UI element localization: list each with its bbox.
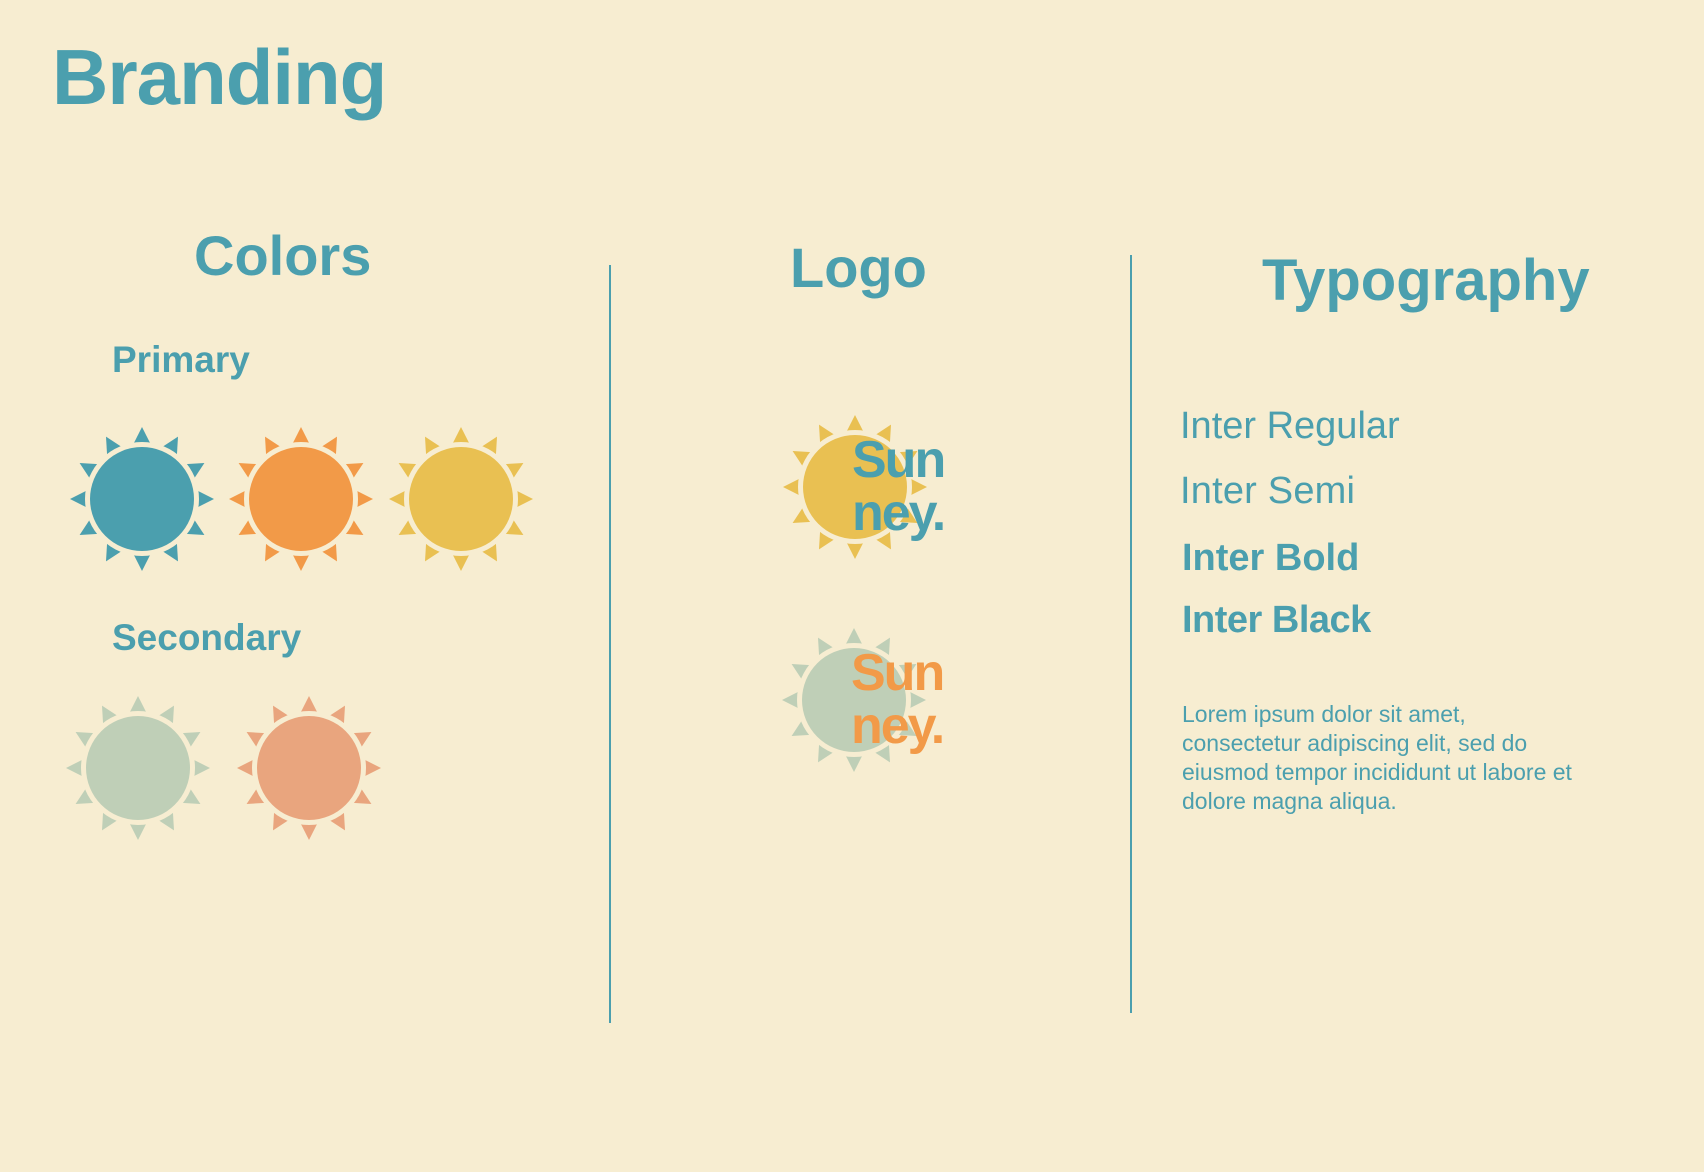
sun-ray: [452, 554, 470, 571]
column-divider: [1130, 255, 1132, 1013]
primary-label: Primary: [112, 339, 250, 380]
font-sample-regular: Inter Regular: [1180, 405, 1400, 447]
logo-variant-secondary: Sun ney.: [779, 625, 979, 775]
sun-ray: [133, 554, 151, 571]
sun-ray: [452, 427, 470, 444]
sun-ray: [70, 490, 87, 508]
primary-swatch-teal-sun-icon: [67, 424, 217, 574]
sun-ray: [782, 691, 799, 709]
sun-ray: [845, 755, 863, 772]
secondary-label: Secondary: [112, 617, 302, 658]
font-sample-black: Inter Black: [1182, 599, 1371, 641]
column-divider: [609, 265, 611, 1023]
sun-ray: [300, 823, 318, 840]
logo-heading: Logo: [790, 236, 927, 299]
sun-ray: [846, 415, 864, 432]
sun-ray: [300, 696, 318, 713]
sun-ray: [229, 490, 246, 508]
sun-ray: [846, 542, 864, 559]
sun-disc: [249, 447, 353, 551]
font-sample-semi: Inter Semi: [1180, 470, 1356, 512]
sun-disc: [86, 716, 190, 820]
font-sample-bold: Inter Bold: [1182, 537, 1360, 579]
sun-ray: [129, 696, 147, 713]
secondary-swatch-sage-sun-icon: [63, 693, 213, 843]
sun-ray: [133, 427, 151, 444]
logo-wordmark-line2: ney.: [851, 697, 945, 755]
sun-ray: [389, 490, 406, 508]
logo-variant-primary: Sun ney.: [780, 412, 980, 562]
primary-swatch-yellow-sun-icon: [386, 424, 536, 574]
body-text-sample: Lorem ipsum dolor sit amet, consectetur …: [1182, 701, 1572, 814]
sun-disc: [409, 447, 513, 551]
sun-ray: [197, 490, 214, 508]
sun-ray: [129, 823, 147, 840]
sun-ray: [292, 554, 310, 571]
sun-ray: [193, 759, 210, 777]
sun-ray: [356, 490, 373, 508]
sun-disc: [257, 716, 361, 820]
secondary-swatch-peach-sun-icon: [234, 693, 384, 843]
sun-ray: [237, 759, 254, 777]
sun-disc: [90, 447, 194, 551]
page-title: Branding: [52, 33, 387, 121]
branding-board: Branding Colors Primary Secondary Logo S…: [0, 0, 1704, 1172]
logo-wordmark-line1: Sun: [851, 644, 945, 702]
logo-wordmark-line1: Sun: [852, 431, 946, 489]
logo-wordmark-line2: ney.: [852, 484, 946, 542]
sun-ray: [783, 478, 800, 496]
colors-heading: Colors: [194, 224, 372, 287]
sun-ray: [292, 427, 310, 444]
sun-ray: [364, 759, 381, 777]
sun-ray: [845, 628, 863, 645]
primary-swatch-orange-sun-icon: [226, 424, 376, 574]
sun-ray: [516, 490, 533, 508]
typography-heading: Typography: [1262, 248, 1590, 313]
sun-ray: [66, 759, 83, 777]
